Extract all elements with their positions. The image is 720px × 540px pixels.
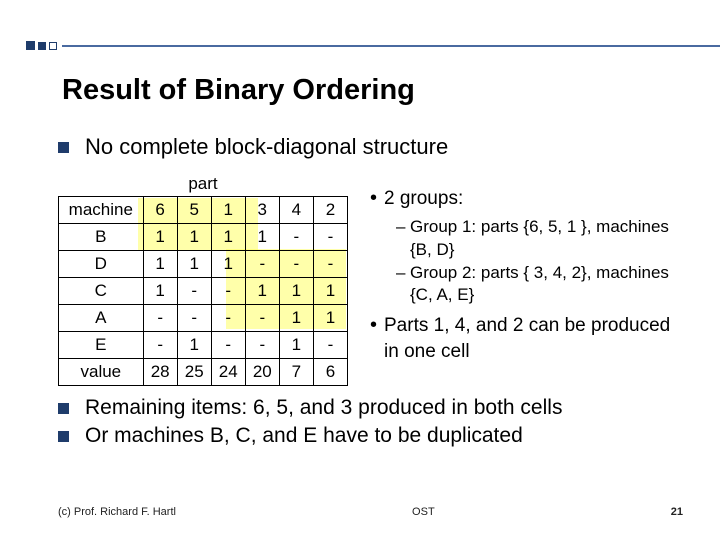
bottom-bullets: Remaining items: 6, 5, and 3 produced in… <box>58 396 698 448</box>
bottom-bullet-2: Or machines B, C, and E have to be dupli… <box>58 424 698 448</box>
header-col: 5 <box>177 197 211 224</box>
table-row: C 1 - - 1 1 1 <box>59 278 348 305</box>
slide-footer: (c) Prof. Richard F. Hartl OST 21 <box>58 506 683 518</box>
bullet-line-1: No complete block-diagonal structure <box>58 134 698 160</box>
ordering-table: machine 6 5 1 3 4 2 B 1 1 1 1 - - <box>58 196 348 386</box>
bottom-bullet-1: Remaining items: 6, 5, and 3 produced in… <box>58 396 698 420</box>
sub-bullet-2: – Group 2: parts { 3, 4, 2}, machines {C… <box>396 262 690 308</box>
dash-icon: – <box>396 216 410 262</box>
header-col: 3 <box>245 197 279 224</box>
footer-center: OST <box>412 506 435 518</box>
table-header-row: machine 6 5 1 3 4 2 <box>59 197 348 224</box>
table-row: D 1 1 1 - - - <box>59 251 348 278</box>
table-row: A - - - - 1 1 <box>59 305 348 332</box>
square-bullet-icon <box>58 403 69 414</box>
right-bullet-2: • Parts 1, 4, and 2 can be produced in o… <box>370 313 690 364</box>
header-machine: machine <box>59 197 144 224</box>
header-accent <box>26 20 720 50</box>
table-super-header: part <box>58 174 348 194</box>
square-bullet-icon <box>58 142 69 153</box>
bullet-text-1: No complete block-diagonal structure <box>85 134 448 160</box>
table-value-row: value 28 25 24 20 7 6 <box>59 359 348 386</box>
footer-author: (c) Prof. Richard F. Hartl <box>58 506 176 518</box>
sub-bullet-1: – Group 1: parts {6, 5, 1 }, machines {B… <box>396 216 690 262</box>
header-col: 6 <box>143 197 177 224</box>
header-col: 1 <box>211 197 245 224</box>
slide-title: Result of Binary Ordering <box>62 74 415 107</box>
table-container: part machine 6 5 1 3 4 2 B 1 1 1 1 - <box>58 174 348 386</box>
right-bullet-column: • 2 groups: – Group 1: parts {6, 5, 1 },… <box>370 174 690 369</box>
header-col: 4 <box>279 197 313 224</box>
square-bullet-icon <box>58 431 69 442</box>
dash-icon: – <box>396 262 410 308</box>
right-bullet-1: • 2 groups: <box>370 186 690 212</box>
bullet-dot-icon: • <box>370 313 384 364</box>
table-row: B 1 1 1 1 - - <box>59 224 348 251</box>
table-row: E - 1 - - 1 - <box>59 332 348 359</box>
bullet-dot-icon: • <box>370 186 384 212</box>
footer-page-number: 21 <box>671 506 683 518</box>
header-col: 2 <box>313 197 347 224</box>
